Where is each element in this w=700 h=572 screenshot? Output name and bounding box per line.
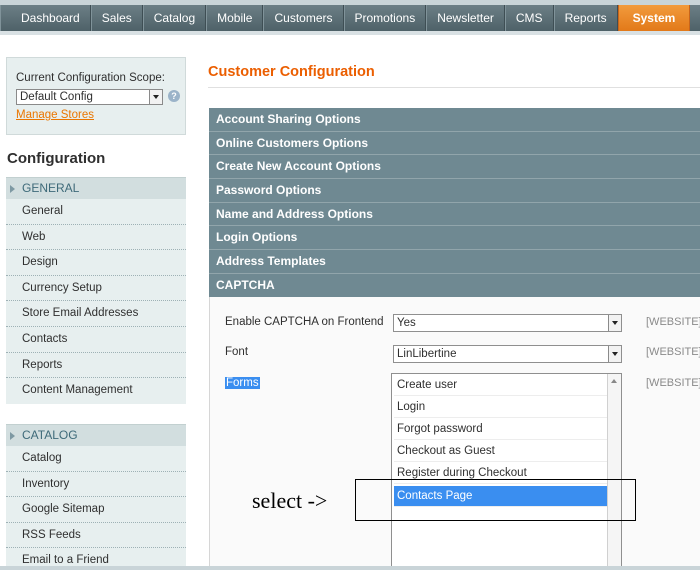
enable-captcha-value: Yes (397, 317, 416, 329)
nav-dashboard[interactable]: Dashboard (0, 5, 91, 31)
page-title: Customer Configuration (208, 64, 375, 80)
section-account-sharing[interactable]: Account Sharing Options (209, 108, 700, 132)
title-divider (208, 87, 700, 88)
sidebar-title: Configuration (7, 150, 106, 167)
annotation-box (355, 479, 636, 521)
nav-mobile[interactable]: Mobile (206, 5, 264, 31)
sidebar-section-catalog[interactable]: CATALOG (6, 424, 186, 446)
sidebar-item-rss-feeds[interactable]: RSS Feeds (6, 523, 186, 549)
forms-scrollbar[interactable] (607, 374, 621, 569)
forms-label-text: Forms (225, 377, 260, 389)
font-select[interactable]: LinLibertine (393, 345, 622, 363)
scope-tag: [WEBSITE] (646, 316, 700, 328)
forms-multiselect[interactable]: Create user Login Forgot password Checko… (391, 373, 622, 570)
nav-sales[interactable]: Sales (90, 5, 143, 31)
forms-label: Forms (225, 377, 260, 389)
section-password-options[interactable]: Password Options (209, 179, 700, 203)
forms-option-login[interactable]: Login (394, 397, 608, 418)
scope-label: Current Configuration Scope: (16, 72, 165, 84)
sidebar-item-google-sitemap[interactable]: Google Sitemap (6, 497, 186, 523)
sidebar-section-label: CATALOG (22, 428, 78, 442)
sidebar-item-store-email-addresses[interactable]: Store Email Addresses (6, 301, 186, 327)
arrow-right-icon (10, 432, 15, 440)
font-value: LinLibertine (397, 348, 457, 360)
enable-captcha-label: Enable CAPTCHA on Frontend (225, 316, 384, 328)
nav-cms[interactable]: CMS (504, 5, 554, 31)
sidebar-item-currency-setup[interactable]: Currency Setup (6, 276, 186, 302)
sidebar-item-catalog[interactable]: Catalog (6, 446, 186, 472)
sidebar-item-inventory[interactable]: Inventory (6, 472, 186, 498)
footer-line (0, 566, 700, 570)
nav-shadow (0, 31, 700, 35)
top-navigation: Dashboard Sales Catalog Mobile Customers… (0, 0, 700, 35)
forms-option-forgot-password[interactable]: Forgot password (394, 419, 608, 440)
section-create-new-account[interactable]: Create New Account Options (209, 155, 700, 180)
sidebar-list-catalog: Catalog Inventory Google Sitemap RSS Fee… (6, 446, 186, 569)
scope-switcher: Current Configuration Scope: Default Con… (6, 57, 186, 135)
chevron-down-icon[interactable] (608, 315, 621, 331)
nav-system[interactable]: System (617, 5, 691, 31)
annotation-text: select -> (252, 488, 328, 513)
help-icon[interactable]: ? (168, 90, 180, 102)
nav-reports[interactable]: Reports (553, 5, 618, 31)
sidebar-item-design[interactable]: Design (6, 250, 186, 276)
chevron-down-icon[interactable] (608, 346, 621, 362)
arrow-right-icon (10, 185, 15, 193)
scope-tag: [WEBSITE] (646, 346, 700, 358)
nav-catalog[interactable]: Catalog (142, 5, 207, 31)
section-name-address[interactable]: Name and Address Options (209, 202, 700, 227)
forms-option-create-user[interactable]: Create user (394, 375, 608, 396)
sidebar-item-general[interactable]: General (6, 199, 186, 225)
sidebar-list-general: General Web Design Currency Setup Store … (6, 199, 186, 405)
enable-captcha-select[interactable]: Yes (393, 314, 622, 332)
config-sections: Account Sharing Options Online Customers… (209, 108, 700, 298)
nav-customers[interactable]: Customers (263, 5, 344, 31)
sidebar-item-content-management[interactable]: Content Management (6, 378, 186, 404)
font-label: Font (225, 346, 249, 358)
manage-stores-link[interactable]: Manage Stores (16, 109, 94, 121)
forms-option-checkout-as-guest[interactable]: Checkout as Guest (394, 441, 608, 462)
section-captcha[interactable]: CAPTCHA (209, 273, 700, 298)
sidebar-item-contacts[interactable]: Contacts (6, 327, 186, 353)
section-address-templates[interactable]: Address Templates (209, 250, 700, 274)
sidebar-item-reports[interactable]: Reports (6, 353, 186, 379)
section-online-customers[interactable]: Online Customers Options (209, 131, 700, 156)
nav-bar: Dashboard Sales Catalog Mobile Customers… (0, 5, 700, 31)
scope-tag: [WEBSITE] (646, 377, 700, 389)
nav-newsletter[interactable]: Newsletter (426, 5, 505, 31)
section-login-options[interactable]: Login Options (209, 226, 700, 251)
chevron-down-icon[interactable] (149, 90, 162, 104)
nav-promotions[interactable]: Promotions (343, 5, 427, 31)
scope-select[interactable]: Default Config (16, 89, 163, 105)
sidebar-item-web[interactable]: Web (6, 225, 186, 251)
sidebar-section-general[interactable]: GENERAL (6, 177, 186, 199)
scroll-up-icon[interactable] (611, 379, 617, 383)
scope-select-value: Default Config (20, 91, 93, 103)
sidebar-section-label: GENERAL (22, 181, 80, 195)
